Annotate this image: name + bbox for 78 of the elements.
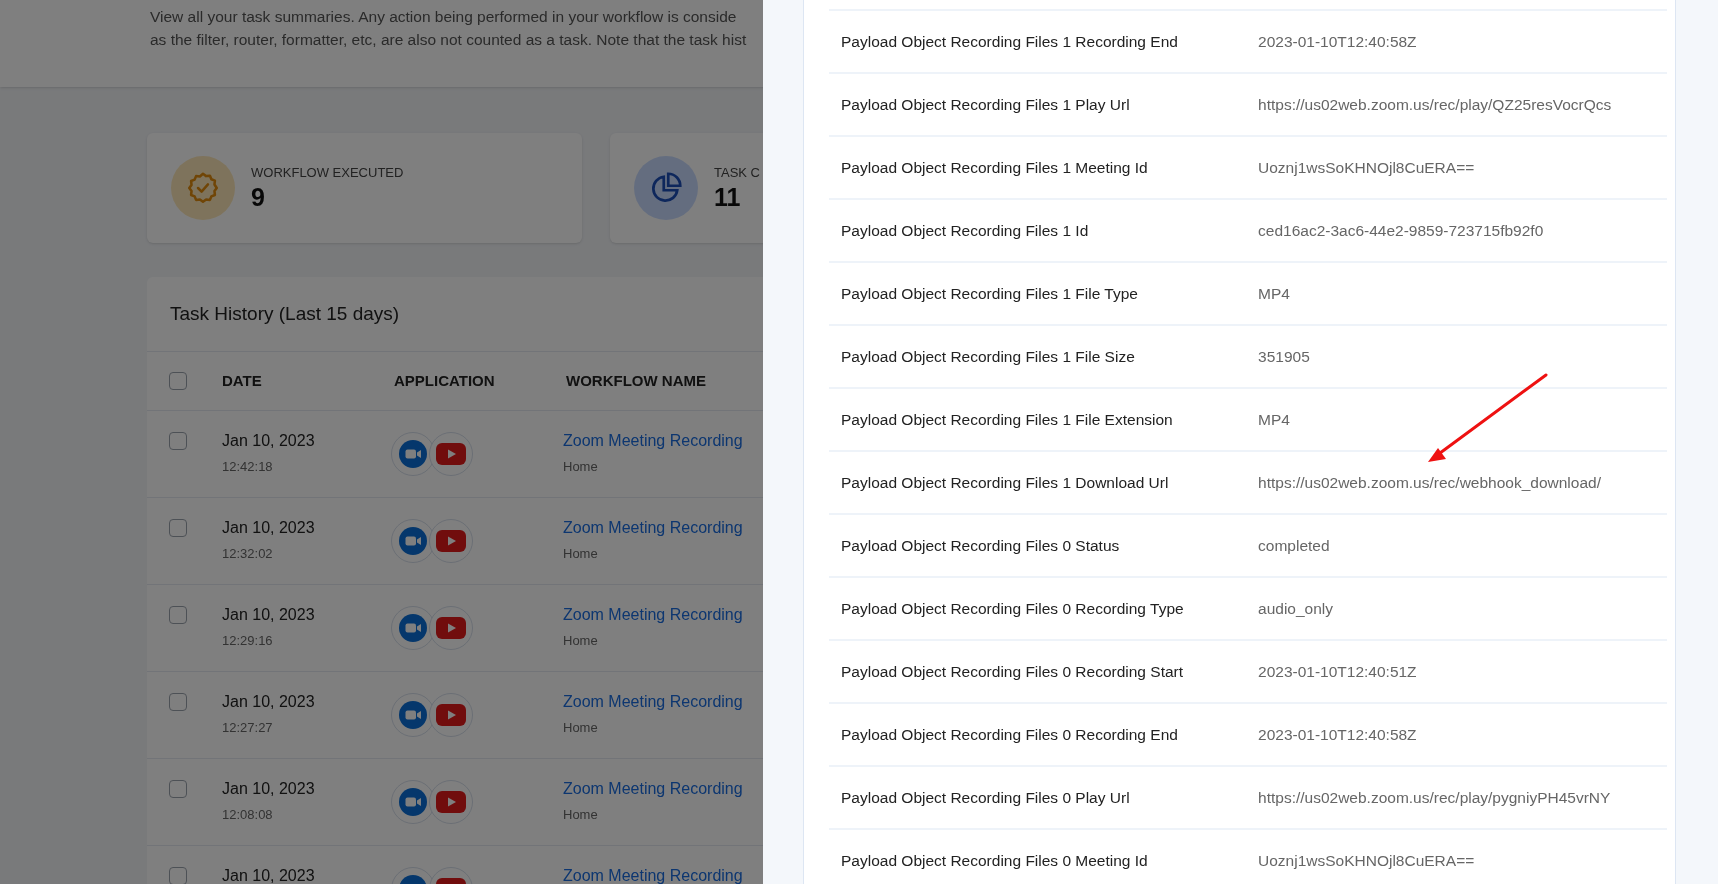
detail-key: Payload Object Recording Files 1 File Type	[829, 263, 1230, 324]
detail-key: Payload Object Recording Files 1 Download Url	[829, 452, 1230, 513]
row-checkbox[interactable]	[169, 780, 187, 798]
page-description: View all your task summaries. Any action being performed in your workflow is conside	[150, 7, 738, 27]
detail-key: Payload Object Recording Files 0 Status	[829, 515, 1230, 576]
detail-key: Payload Object Recording Files 1 Meeting Id	[829, 137, 1230, 198]
row-checkbox[interactable]	[169, 432, 187, 450]
page-description: as the filter, router, formatter, etc, are also not counted as a task. Note that the task hist	[150, 30, 748, 50]
detail-key: Payload Object Recording Files 0 Play Url	[829, 767, 1230, 828]
task-date: Jan 10, 2023	[222, 779, 316, 799]
play-button-icon	[436, 617, 466, 639]
play-button-icon	[436, 530, 466, 552]
workflow-link[interactable]: Zoom Meeting Recording	[563, 864, 743, 884]
workflow-folder: Home	[563, 806, 599, 824]
workflow-link[interactable]: Zoom Meeting Recording	[563, 603, 743, 627]
detail-value: Uoznj1wsSoKHNOjl8CuERA==	[1258, 157, 1475, 178]
play-button-icon	[436, 443, 466, 465]
column-header: WORKFLOW NAME	[566, 370, 706, 391]
workflow-link[interactable]: Zoom Meeting Recording	[563, 777, 743, 801]
task-time: 12:08:08	[222, 806, 274, 824]
detail-key: Payload Object Recording Files 0 Recording Start	[829, 641, 1230, 702]
task-date: Jan 10, 2023	[222, 605, 316, 625]
task-date: Jan 10, 2023	[222, 692, 316, 712]
task-date: Jan 10, 2023	[222, 518, 316, 538]
column-header: DATE	[222, 370, 263, 391]
detail-value: 2023-01-10T12:40:51Z	[1258, 661, 1417, 682]
workflow-link[interactable]: Zoom Meeting Recording	[563, 516, 743, 540]
workflow-link[interactable]: Zoom Meeting Recording	[563, 690, 743, 714]
detail-key: Payload Object Recording Files 1 File Size	[829, 326, 1230, 387]
stat-label: TASK C	[714, 163, 760, 182]
task-time: 12:32:02	[222, 545, 274, 563]
detail-value: https://us02web.zoom.us/rec/webhook_download/	[1258, 472, 1601, 493]
badge-check-icon	[186, 171, 220, 205]
workflow-link[interactable]: Zoom Meeting Recording	[563, 429, 743, 453]
detail-key: Payload Object Recording Files 1 Id	[829, 200, 1230, 261]
row-checkbox[interactable]	[169, 867, 187, 884]
detail-key: Payload Object Recording Files 1 Recording End	[829, 11, 1230, 72]
detail-key: Payload Object Recording Files 0 Recording Type	[829, 578, 1230, 639]
task-date: Jan 10, 2023	[222, 866, 316, 884]
play-button-icon	[436, 791, 466, 813]
detail-value: https://us02web.zoom.us/rec/play/QZ25resVocrQcs	[1258, 94, 1612, 115]
row-checkbox[interactable]	[169, 693, 187, 711]
card-title: Task History (Last 15 days)	[170, 301, 400, 326]
detail-value: completed	[1258, 535, 1330, 556]
video-camera-icon	[399, 788, 427, 816]
workflow-folder: Home	[563, 458, 599, 476]
detail-key: Payload Object Recording Files 1 File Extension	[829, 389, 1230, 450]
detail-key: Payload Object Recording Files 0 Meeting Id	[829, 830, 1230, 884]
row-checkbox[interactable]	[169, 519, 187, 537]
video-camera-icon	[399, 701, 427, 729]
detail-key: Payload Object Recording Files 0 Recording End	[829, 704, 1230, 765]
column-header: APPLICATION	[394, 370, 496, 391]
workflow-folder: Home	[563, 719, 599, 737]
detail-value: 2023-01-10T12:40:58Z	[1258, 31, 1417, 52]
stat-value: 9	[251, 182, 266, 214]
row-checkbox[interactable]	[169, 372, 187, 390]
detail-key: Payload Object Recording Files 1 Play Url	[829, 74, 1230, 135]
stat-label: WORKFLOW EXECUTED	[251, 163, 404, 182]
row-checkbox[interactable]	[169, 606, 187, 624]
stat-value: 11	[714, 182, 742, 214]
video-camera-icon	[399, 527, 427, 555]
task-time: 12:42:18	[222, 458, 274, 476]
task-time: 12:29:16	[222, 632, 274, 650]
task-date: Jan 10, 2023	[222, 431, 316, 451]
detail-value: Uoznj1wsSoKHNOjl8CuERA==	[1258, 850, 1475, 871]
detail-value: 2023-01-10T12:40:58Z	[1258, 724, 1417, 745]
detail-value: 351905	[1258, 346, 1310, 367]
detail-value: audio_only	[1258, 598, 1333, 619]
detail-value: MP4	[1258, 409, 1290, 430]
detail-value: https://us02web.zoom.us/rec/play/pygniyPH45vrNY	[1258, 787, 1611, 808]
detail-value: ced16ac2-3ac6-44e2-9859-723715fb92f0	[1258, 220, 1544, 241]
detail-value: MP4	[1258, 283, 1290, 304]
video-camera-icon	[399, 440, 427, 468]
workflow-folder: Home	[563, 545, 599, 563]
workflow-folder: Home	[563, 632, 599, 650]
task-time: 12:27:27	[222, 719, 274, 737]
video-camera-icon	[399, 614, 427, 642]
play-button-icon	[436, 704, 466, 726]
